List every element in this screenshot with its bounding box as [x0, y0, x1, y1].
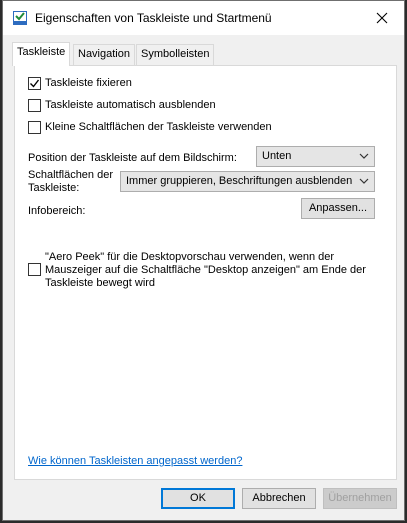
checkmark-icon [30, 79, 40, 88]
tab-navigation[interactable]: Navigation [73, 44, 135, 65]
cancel-button[interactable]: Abbrechen [242, 488, 316, 509]
chevron-down-icon [359, 178, 369, 184]
tab-taskleiste[interactable]: Taskleiste [12, 42, 71, 66]
small-buttons-label: Kleine Schaltflächen der Taskleiste verw… [45, 121, 272, 133]
taskbar-tab-panel: Taskleiste fixieren Taskleiste automatis… [14, 65, 397, 480]
aero-peek-line1: "Aero Peek" für die Desktopvorschau verw… [45, 251, 335, 263]
buttons-label-line1: Schaltflächen der [28, 169, 113, 181]
ok-button[interactable]: OK [161, 488, 235, 509]
customize-button[interactable]: Anpassen... [301, 198, 375, 219]
window-title: Eigenschaften von Taskleiste und Startme… [35, 11, 272, 25]
position-value: Unten [262, 150, 292, 162]
close-icon [376, 12, 388, 24]
taskbar-buttons-value: Immer gruppieren, Beschriftungen ausblen… [126, 175, 353, 187]
small-buttons-checkbox[interactable] [28, 121, 41, 134]
taskbar-properties-icon [12, 10, 28, 26]
chevron-down-icon [359, 153, 369, 159]
taskbar-buttons-dropdown[interactable]: Immer gruppieren, Beschriftungen ausblen… [120, 171, 375, 192]
buttons-label: Schaltflächen der Taskleiste: [28, 169, 113, 195]
help-link[interactable]: Wie können Taskleisten angepasst werden? [28, 455, 242, 467]
lock-taskbar-label: Taskleiste fixieren [45, 77, 132, 89]
title-bar[interactable]: Eigenschaften von Taskleiste und Startme… [3, 1, 404, 35]
position-dropdown[interactable]: Unten [256, 146, 375, 167]
aero-peek-label: "Aero Peek" für die Desktopvorschau verw… [45, 251, 366, 290]
close-button[interactable] [360, 1, 404, 35]
aero-peek-checkbox[interactable] [28, 263, 41, 276]
properties-window: Eigenschaften von Taskleiste und Startme… [2, 0, 405, 521]
autohide-label: Taskleiste automatisch ausblenden [45, 99, 216, 111]
aero-peek-line2: Mauszeiger auf die Schaltfläche "Desktop… [45, 264, 366, 276]
buttons-label-line2: Taskleiste: [28, 182, 80, 194]
aero-peek-line3: Taskleiste bewegt wird [45, 277, 156, 289]
tab-symbolleisten[interactable]: Symbolleisten [136, 44, 215, 65]
apply-button[interactable]: Übernehmen [323, 488, 397, 509]
position-label: Position der Taskleiste auf dem Bildschi… [28, 152, 237, 164]
autohide-checkbox[interactable] [28, 99, 41, 112]
dialog-client-area: Taskleiste Navigation Symbolleisten Task… [3, 35, 404, 520]
infobereich-label: Infobereich: [28, 205, 86, 217]
lock-taskbar-checkbox[interactable] [28, 77, 41, 90]
